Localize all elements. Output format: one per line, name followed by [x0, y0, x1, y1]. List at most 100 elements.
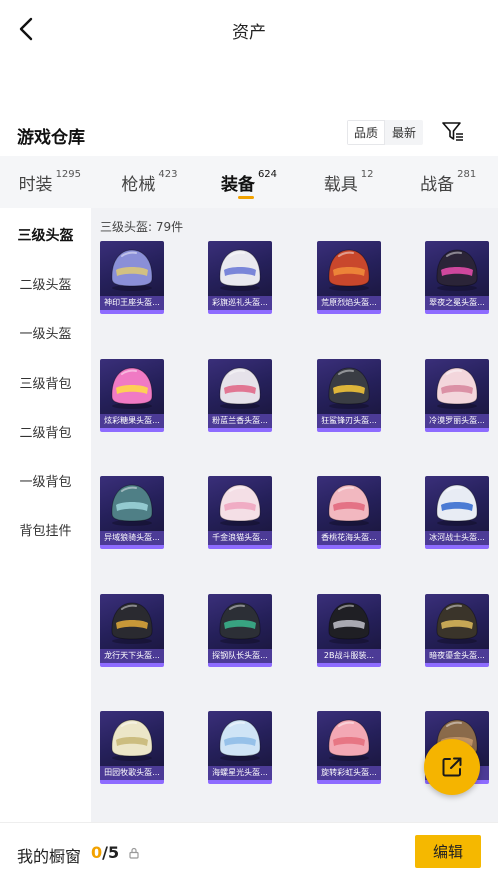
- helmet-icon: [328, 602, 370, 644]
- helmet-icon: [328, 719, 370, 761]
- helmet-icon: [436, 602, 478, 644]
- showcase-total: 5: [107, 843, 120, 862]
- tab-count: 624: [257, 169, 278, 180]
- helmet-icon: [436, 367, 478, 409]
- top-bar: 资产: [0, 0, 498, 58]
- share-fab[interactable]: [424, 739, 480, 795]
- tab-equipment[interactable]: 装备 624: [199, 156, 299, 208]
- category-tabs: 时装 1295 枪械 423 装备 624 载具 12 战备 281: [0, 156, 498, 208]
- showcase-bar: 我的橱窗 0/5 编辑: [0, 822, 498, 880]
- helmet-thumbnail: [425, 241, 489, 296]
- helmet-icon: [219, 367, 261, 409]
- helmet-item-card[interactable]: 千金浪猫头盔...: [208, 476, 272, 549]
- item-name: 神印王座头盔...: [100, 296, 164, 310]
- item-name: 暗夜鎏金头盔...: [425, 649, 489, 663]
- tab-count: 1295: [55, 169, 82, 180]
- helmet-item-card[interactable]: 冷漠罗丽头盔...: [425, 359, 489, 432]
- helmet-thumbnail: [208, 711, 272, 766]
- rarity-bar: [208, 428, 272, 432]
- helmet-thumbnail: [100, 711, 164, 766]
- helmet-item-card[interactable]: 狂鲨锋刃头盔...: [317, 359, 381, 432]
- rarity-bar: [317, 428, 381, 432]
- helmet-icon: [219, 484, 261, 526]
- sort-quality-button[interactable]: 品质: [347, 120, 385, 145]
- helmet-icon: [219, 602, 261, 644]
- showcase-count: 0/5: [91, 843, 119, 862]
- helmet-item-card[interactable]: 探钢队长头盔...: [208, 594, 272, 667]
- item-name: 探钢队长头盔...: [208, 649, 272, 663]
- item-name: 龙行天下头盔...: [100, 649, 164, 663]
- sidebar-item-backpack-charm[interactable]: 背包挂件: [0, 505, 91, 554]
- helmet-icon: [111, 602, 153, 644]
- external-link-icon: [442, 757, 462, 777]
- helmet-item-card[interactable]: 神印王座头盔...: [100, 241, 164, 314]
- item-count-label: 三级头盔: 79件: [100, 220, 184, 234]
- rarity-bar: [208, 663, 272, 667]
- helmet-thumbnail: [317, 711, 381, 766]
- sort-newest-button[interactable]: 最新: [385, 120, 423, 145]
- helmet-item-card[interactable]: 旋转彩虹头盔...: [317, 711, 381, 784]
- sidebar-item-backpack-lv1[interactable]: 一级背包: [0, 456, 91, 505]
- helmet-item-card[interactable]: 翠夜之冕头盔...: [425, 241, 489, 314]
- helmet-icon: [111, 484, 153, 526]
- rarity-bar: [100, 545, 164, 549]
- rarity-bar: [208, 780, 272, 784]
- item-name: 炫彩糖果头盔...: [100, 414, 164, 428]
- rarity-bar: [317, 663, 381, 667]
- helmet-thumbnail: [317, 359, 381, 414]
- helmet-thumbnail: [425, 594, 489, 649]
- tab-weapons[interactable]: 枪械 423: [100, 156, 200, 208]
- item-name: 翠夜之冕头盔...: [425, 296, 489, 310]
- tab-label: 时装: [18, 175, 53, 195]
- item-name: 旋转彩虹头盔...: [317, 766, 381, 780]
- warehouse-title: 游戏仓库: [17, 128, 85, 148]
- tab-label: 载具: [323, 175, 358, 195]
- asset-page: 资产 游戏仓库 品质 最新 时装 1295 枪械 423 装备 624 载具 1…: [0, 0, 498, 880]
- tab-count: 423: [158, 169, 178, 180]
- helmet-item-card[interactable]: 香桃花海头盔...: [317, 476, 381, 549]
- helmet-thumbnail: [317, 594, 381, 649]
- sidebar-item-helmet-lv3[interactable]: 三级头盔: [0, 210, 91, 259]
- helmet-item-card[interactable]: 异域狼骑头盔...: [100, 476, 164, 549]
- helmet-item-card[interactable]: 海螺星光头盔...: [208, 711, 272, 784]
- item-name: 冰河战士头盔...: [425, 531, 489, 545]
- sidebar-item-helmet-lv1[interactable]: 一级头盔: [0, 308, 91, 357]
- edit-button[interactable]: 编辑: [415, 835, 481, 868]
- sidebar-item-backpack-lv3[interactable]: 三级背包: [0, 358, 91, 407]
- helmet-item-card[interactable]: 粉蓝兰香头盔...: [208, 359, 272, 432]
- rarity-bar: [425, 310, 489, 314]
- tab-battle-prep[interactable]: 战备 281: [398, 156, 498, 208]
- helmet-thumbnail: [208, 241, 272, 296]
- helmet-item-card[interactable]: 暗夜鎏金头盔...: [425, 594, 489, 667]
- tab-count: 12: [360, 169, 374, 180]
- helmet-icon: [219, 719, 261, 761]
- helmet-item-card[interactable]: 冰河战士头盔...: [425, 476, 489, 549]
- filter-button[interactable]: [440, 120, 466, 144]
- rarity-bar: [425, 545, 489, 549]
- tab-vehicles[interactable]: 载具 12: [299, 156, 399, 208]
- active-tab-indicator: [237, 196, 254, 199]
- item-name: 荒原烈焰头盔...: [317, 296, 381, 310]
- helmet-icon: [111, 249, 153, 291]
- tab-label: 战备: [420, 175, 455, 195]
- item-name: 异域狼骑头盔...: [100, 531, 164, 545]
- helmet-item-card[interactable]: 田园牧歌头盔...: [100, 711, 164, 784]
- subcategory-sidebar: 三级头盔 二级头盔 一级头盔 三级背包 二级背包 一级背包 背包挂件: [0, 208, 91, 822]
- helmet-icon: [328, 484, 370, 526]
- helmet-item-card[interactable]: 荒原烈焰头盔...: [317, 241, 381, 314]
- tab-count: 281: [457, 169, 477, 180]
- page-title: 资产: [232, 23, 266, 43]
- sidebar-item-backpack-lv2[interactable]: 二级背包: [0, 407, 91, 456]
- helmet-item-card[interactable]: 龙行天下头盔...: [100, 594, 164, 667]
- helmet-item-card[interactable]: 2B战斗服装...: [317, 594, 381, 667]
- helmet-item-card[interactable]: 彩旗巡礼头盔...: [208, 241, 272, 314]
- item-name: 香桃花海头盔...: [317, 531, 381, 545]
- rarity-bar: [317, 545, 381, 549]
- rarity-bar: [100, 780, 164, 784]
- helmet-item-card[interactable]: 炫彩糖果头盔...: [100, 359, 164, 432]
- rarity-bar: [100, 663, 164, 667]
- item-name: 田园牧歌头盔...: [100, 766, 164, 780]
- helmet-thumbnail: [208, 594, 272, 649]
- sidebar-item-helmet-lv2[interactable]: 二级头盔: [0, 259, 91, 308]
- tab-fashion[interactable]: 时装 1295: [0, 156, 100, 208]
